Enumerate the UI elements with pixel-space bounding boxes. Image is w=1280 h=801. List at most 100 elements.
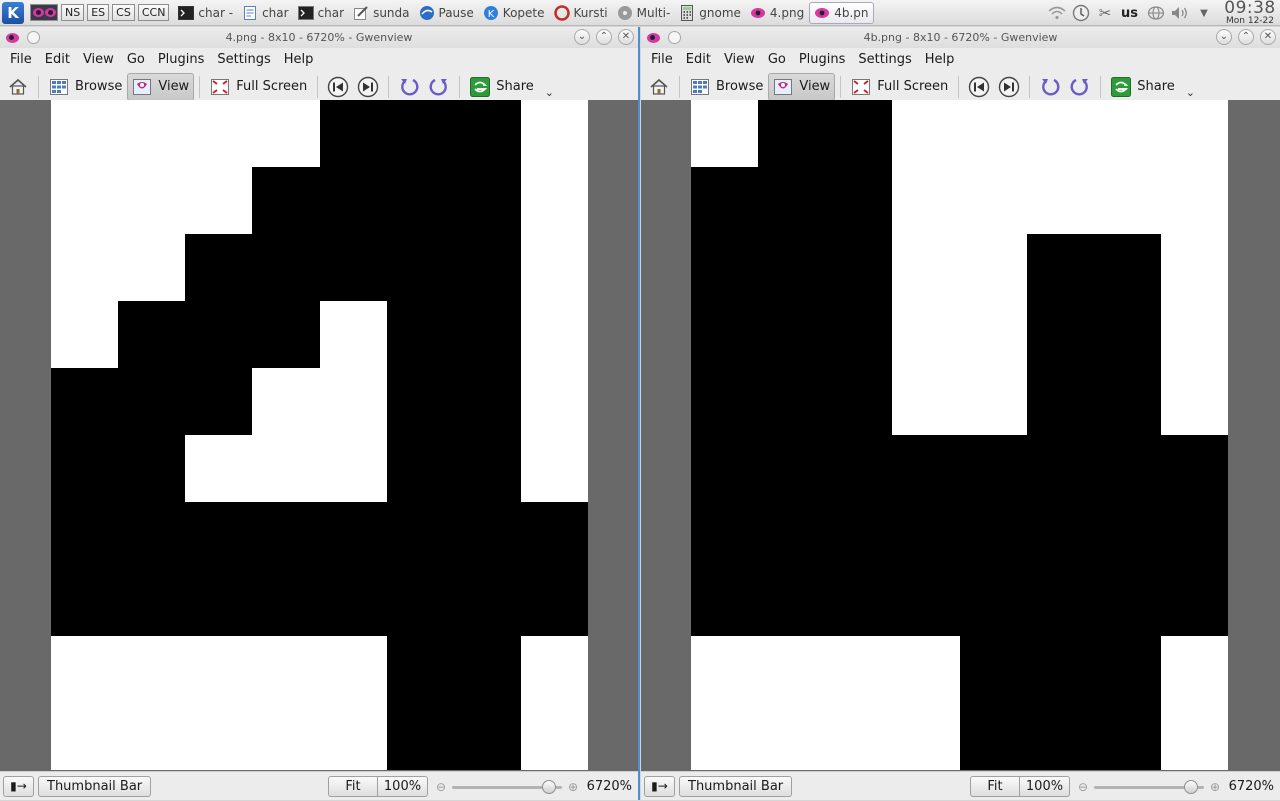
image-pixel bbox=[825, 435, 893, 502]
close-button[interactable]: ✕ bbox=[618, 29, 634, 45]
pager-desktop-ccn[interactable]: CCN bbox=[137, 4, 170, 21]
menu-view[interactable]: View bbox=[77, 52, 120, 67]
next-image-button[interactable] bbox=[355, 74, 381, 100]
image-pixel bbox=[252, 569, 320, 636]
pager-desktop-1[interactable] bbox=[30, 4, 58, 21]
toolbar-overflow-chevron-icon[interactable]: ⌄ bbox=[545, 86, 554, 99]
window-titlebar[interactable]: 4b.png - 8x10 - 6720% - Gwenview ⌄ ⌃ ✕ bbox=[641, 27, 1280, 48]
taskbar-task-button[interactable]: gnome bbox=[675, 2, 745, 24]
taskbar-task-button[interactable]: char bbox=[238, 2, 293, 24]
maximize-button[interactable]: ⌃ bbox=[1238, 29, 1254, 45]
taskbar-task-label: Pause bbox=[438, 5, 474, 20]
view-button[interactable]: View bbox=[127, 72, 195, 101]
image-pixel bbox=[185, 569, 253, 636]
taskbar-task-button[interactable]: char bbox=[294, 2, 349, 24]
rotate-left-button[interactable] bbox=[1037, 74, 1063, 100]
kde-launcher-icon[interactable]: K bbox=[2, 1, 24, 24]
zoom-fit-button[interactable]: Fit bbox=[328, 776, 378, 797]
menu-edit[interactable]: Edit bbox=[680, 52, 717, 67]
menu-plugins[interactable]: Plugins bbox=[793, 52, 852, 67]
taskbar-task-button[interactable]: Pause bbox=[415, 2, 478, 24]
keyboard-layout-indicator[interactable]: us bbox=[1121, 6, 1138, 21]
wifi-icon[interactable] bbox=[1047, 3, 1067, 23]
fullscreen-button[interactable]: Full Screen bbox=[205, 73, 312, 101]
home-button[interactable] bbox=[646, 74, 672, 100]
thumbnail-bar-button[interactable]: Thumbnail Bar bbox=[38, 775, 152, 797]
close-button[interactable]: ✕ bbox=[1260, 29, 1276, 45]
minimize-button[interactable]: ⌄ bbox=[1216, 29, 1232, 45]
share-button[interactable]: Share bbox=[1106, 73, 1180, 101]
rotate-right-button[interactable] bbox=[1067, 74, 1093, 100]
zoom-100-button[interactable]: 100% bbox=[1020, 776, 1070, 797]
menu-settings[interactable]: Settings bbox=[852, 52, 917, 67]
rotate-left-button[interactable] bbox=[396, 74, 422, 100]
rotate-right-icon bbox=[1070, 78, 1089, 95]
zoom-slider[interactable] bbox=[452, 779, 562, 794]
zoom-in-icon[interactable]: ⊕ bbox=[566, 780, 580, 794]
previous-image-button[interactable] bbox=[966, 74, 992, 100]
volume-icon[interactable] bbox=[1170, 3, 1190, 23]
menu-file[interactable]: File bbox=[4, 52, 38, 67]
image-pixel bbox=[1160, 636, 1228, 703]
zoom-100-button[interactable]: 100% bbox=[378, 776, 428, 797]
taskbar-task-button[interactable]: Multi- bbox=[613, 2, 675, 24]
menu-view[interactable]: View bbox=[718, 52, 761, 67]
fullscreen-button[interactable]: Full Screen bbox=[846, 73, 953, 101]
taskbar-task-button[interactable]: char - bbox=[174, 2, 237, 24]
zoom-slider[interactable] bbox=[1094, 779, 1204, 794]
toolbar-overflow-chevron-icon[interactable]: ⌄ bbox=[1186, 86, 1195, 99]
zoom-slider-handle[interactable] bbox=[541, 779, 556, 794]
thumbnail-bar-button[interactable]: Thumbnail Bar bbox=[679, 775, 793, 797]
tray-expand-chevron-icon[interactable]: ▼ bbox=[1194, 3, 1214, 23]
rotate-right-button[interactable] bbox=[426, 74, 452, 100]
view-button[interactable]: View bbox=[768, 72, 836, 101]
menu-help[interactable]: Help bbox=[278, 52, 320, 67]
taskbar-task-button[interactable]: K Kopete bbox=[479, 2, 549, 24]
previous-image-button[interactable] bbox=[325, 74, 351, 100]
zoom-fit-button[interactable]: Fit bbox=[970, 776, 1020, 797]
zoom-slider-handle[interactable] bbox=[1183, 779, 1198, 794]
menu-go[interactable]: Go bbox=[121, 52, 151, 67]
toolbar-separator bbox=[679, 75, 680, 98]
home-button[interactable] bbox=[5, 74, 31, 100]
window-titlebar[interactable]: 4.png - 8x10 - 6720% - Gwenview ⌄ ⌃ ✕ bbox=[0, 27, 638, 48]
network-icon[interactable] bbox=[1146, 3, 1166, 23]
view-image-icon bbox=[132, 77, 152, 97]
menu-settings[interactable]: Settings bbox=[211, 52, 276, 67]
window-pin-button[interactable] bbox=[668, 31, 681, 44]
minimize-button[interactable]: ⌄ bbox=[574, 29, 590, 45]
menu-file[interactable]: File bbox=[645, 52, 679, 67]
gwenview-eye-icon bbox=[44, 8, 56, 17]
scissors-icon[interactable]: ✂ bbox=[1095, 3, 1115, 23]
next-image-button[interactable] bbox=[996, 74, 1022, 100]
image-pixel bbox=[118, 502, 186, 569]
image-viewer[interactable] bbox=[641, 100, 1280, 771]
power-manager-icon[interactable] bbox=[1071, 3, 1091, 23]
browse-button[interactable]: Browse bbox=[44, 73, 127, 101]
gwenview-app-icon[interactable] bbox=[646, 32, 660, 44]
pager-desktop-ns[interactable]: NS bbox=[61, 4, 85, 21]
maximize-button[interactable]: ⌃ bbox=[596, 29, 612, 45]
menu-plugins[interactable]: Plugins bbox=[152, 52, 211, 67]
gwenview-app-icon[interactable] bbox=[5, 32, 19, 44]
gwenview-icon bbox=[750, 5, 766, 21]
toggle-sidebar-button[interactable]: ▮→ bbox=[644, 775, 675, 797]
pager-desktop-cs[interactable]: CS bbox=[112, 4, 135, 21]
image-viewer[interactable] bbox=[0, 100, 638, 771]
menu-go[interactable]: Go bbox=[762, 52, 792, 67]
window-pin-button[interactable] bbox=[27, 31, 40, 44]
zoom-in-icon[interactable]: ⊕ bbox=[1208, 780, 1222, 794]
toggle-sidebar-button[interactable]: ▮→ bbox=[3, 775, 34, 797]
clock[interactable]: 09:38 Mon 12-22 bbox=[1220, 0, 1280, 26]
menu-edit[interactable]: Edit bbox=[39, 52, 76, 67]
taskbar-task-button[interactable]: sunda bbox=[349, 2, 413, 24]
taskbar-task-button[interactable]: Kursti bbox=[550, 2, 612, 24]
pager-desktop-es[interactable]: ES bbox=[87, 4, 110, 21]
zoom-out-icon[interactable]: ⊖ bbox=[434, 780, 448, 794]
menu-help[interactable]: Help bbox=[919, 52, 961, 67]
browse-button[interactable]: Browse bbox=[685, 73, 768, 101]
taskbar-task-button[interactable]: 4b.pn bbox=[809, 1, 874, 24]
zoom-out-icon[interactable]: ⊖ bbox=[1076, 780, 1090, 794]
share-button[interactable]: Share bbox=[465, 73, 539, 101]
taskbar-task-button[interactable]: 4.png bbox=[746, 2, 808, 24]
